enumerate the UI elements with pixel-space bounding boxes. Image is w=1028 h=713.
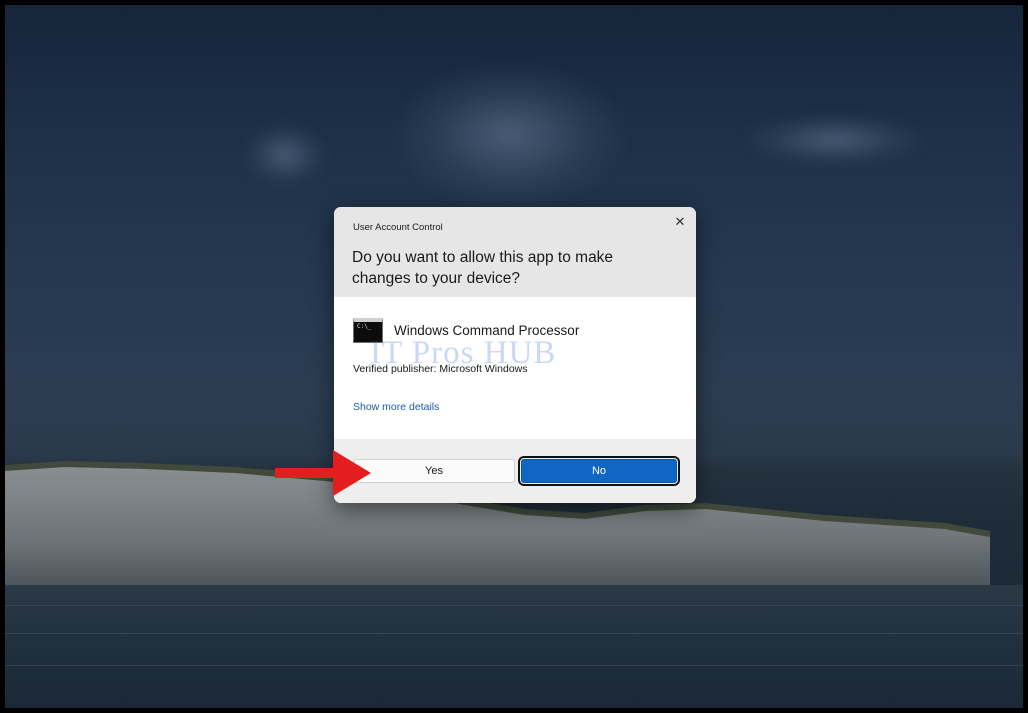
dialog-caption: User Account Control xyxy=(353,222,443,233)
yes-button[interactable]: Yes xyxy=(353,459,515,483)
wallpaper-cloud xyxy=(395,65,625,205)
command-prompt-icon: C:\_ xyxy=(353,317,383,343)
command-prompt-icon-text: C:\_ xyxy=(357,322,372,330)
close-icon[interactable]: ✕ xyxy=(670,212,690,232)
no-button[interactable]: No xyxy=(518,456,680,486)
wallpaper-sea xyxy=(5,585,1023,708)
app-info-row: C:\_ Windows Command Processor xyxy=(353,317,579,343)
red-arrow-icon xyxy=(275,450,371,496)
uac-footer: Yes No xyxy=(334,439,696,503)
dialog-question: Do you want to allow this app to make ch… xyxy=(352,249,614,287)
uac-dialog: User Account Control ✕ Do you want to al… xyxy=(334,207,696,503)
app-name: Windows Command Processor xyxy=(394,322,580,338)
wallpaper-cloud xyxy=(245,125,325,185)
verified-publisher: Verified publisher: Microsoft Windows xyxy=(353,363,528,375)
screenshot-frame: User Account Control ✕ Do you want to al… xyxy=(0,0,1028,713)
wallpaper-cloud xyxy=(745,115,925,165)
show-more-details-link[interactable]: Show more details xyxy=(353,401,439,413)
uac-header: User Account Control ✕ Do you want to al… xyxy=(334,207,696,297)
